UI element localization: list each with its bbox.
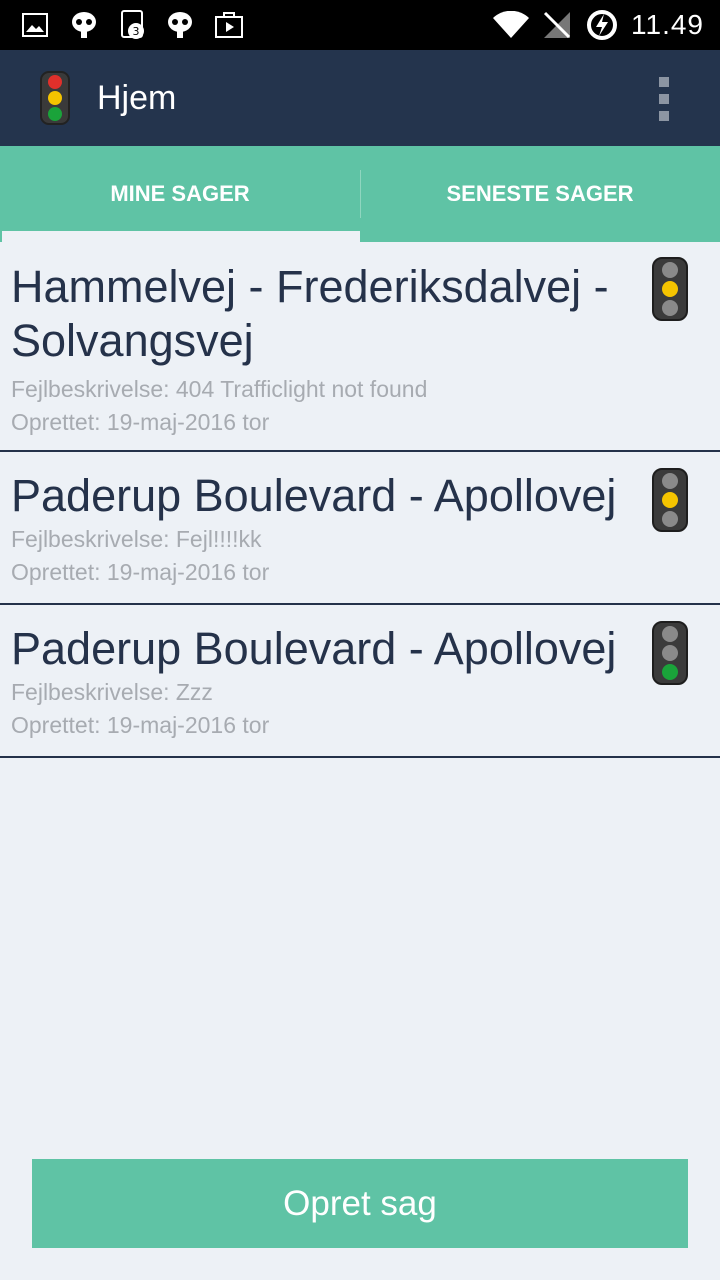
- clock: 11.49: [631, 9, 704, 40]
- list-item[interactable]: Hammelvej - Frederiksdalvej - Solvangsve…: [0, 242, 720, 452]
- case-title: Hammelvej - Frederiksdalvej - Solvangsve…: [11, 261, 609, 366]
- case-list: Hammelvej - Frederiksdalvej - Solvangsve…: [0, 242, 720, 758]
- tab-bar: MINE SAGER SENESTE SAGER: [0, 146, 720, 242]
- clipboard-icon: 3: [120, 0, 148, 50]
- status-bar: 3 11.49: [0, 0, 720, 50]
- page-title: Hjem: [97, 79, 177, 117]
- tab-selected-indicator: [2, 231, 360, 242]
- case-created-date: Oprettet: 19-maj-2016 tor: [11, 559, 270, 585]
- notification-count: 3: [133, 25, 140, 38]
- case-title: Paderup Boulevard - Apollovej: [11, 470, 617, 521]
- tab-mine-sager[interactable]: MINE SAGER: [0, 146, 360, 242]
- create-case-button[interactable]: Opret sag: [32, 1159, 688, 1248]
- wifi-icon: [492, 0, 530, 50]
- case-created-date: Oprettet: 19-maj-2016 tor: [11, 712, 270, 738]
- list-item[interactable]: Paderup Boulevard - Apollovej Fejlbeskri…: [0, 452, 720, 605]
- action-bar: Hjem: [0, 50, 720, 146]
- traffic-light-yellow-icon: [652, 257, 688, 326]
- bug-icon: [70, 0, 98, 50]
- bug-icon: [166, 0, 194, 50]
- charging-icon: [586, 0, 618, 50]
- traffic-light-green-icon: [652, 621, 688, 690]
- tab-seneste-sager[interactable]: SENESTE SAGER: [360, 146, 720, 242]
- case-title: Paderup Boulevard - Apollovej: [11, 623, 617, 674]
- traffic-light-icon: [40, 71, 70, 130]
- image-icon: [22, 0, 48, 50]
- traffic-light-yellow-icon: [652, 468, 688, 537]
- case-description: Fejlbeskrivelse: 404 Trafficlight not fo…: [11, 376, 428, 402]
- overflow-menu-icon[interactable]: [644, 77, 684, 121]
- no-signal-icon: [542, 0, 572, 50]
- case-description: Fejlbeskrivelse: Fejl!!!!kk: [11, 526, 262, 552]
- case-description: Fejlbeskrivelse: Zzz: [11, 679, 213, 705]
- case-created-date: Oprettet: 19-maj-2016 tor: [11, 409, 270, 435]
- list-item[interactable]: Paderup Boulevard - Apollovej Fejlbeskri…: [0, 605, 720, 758]
- play-store-icon: [214, 0, 244, 50]
